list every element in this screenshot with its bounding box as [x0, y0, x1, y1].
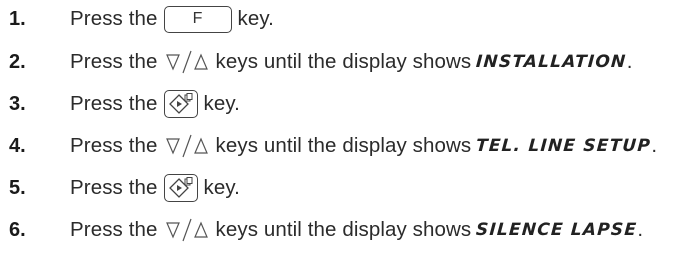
step-text-after: keys until the display shows	[215, 50, 472, 73]
step-text-before: Press the	[70, 176, 158, 199]
display-text: INSTALLATION	[475, 52, 628, 72]
down-up-arrow-keys-icon	[164, 133, 210, 159]
instruction-steps: 1. Press the F key. 2. Press the keys un…	[0, 0, 675, 253]
step-text-before: Press the	[70, 218, 158, 241]
step-number: 4.	[9, 134, 26, 157]
step-text: Press the keys until the display shows I…	[70, 49, 633, 75]
down-up-arrow-keys-icon	[164, 49, 210, 75]
step-text-before: Press the	[70, 50, 158, 73]
step-number: 1.	[9, 7, 26, 30]
start-copy-key-icon	[163, 174, 198, 202]
step-number: 5.	[9, 176, 26, 199]
step-text-after: key.	[203, 92, 240, 115]
step-end-punctuation: .	[626, 50, 633, 73]
step-text: Press the key.	[70, 174, 240, 202]
step-text-before: Press the	[70, 7, 158, 30]
step-number: 6.	[9, 218, 26, 241]
step-text-after: keys until the display shows	[215, 134, 472, 157]
step-text-after: keys until the display shows	[215, 218, 472, 241]
display-text: SILENCE LAPSE	[475, 220, 639, 240]
step-text-after: key.	[237, 7, 274, 30]
step-text: Press the F key.	[70, 5, 274, 33]
display-text: TEL. LINE SETUP	[475, 136, 653, 156]
step-text-before: Press the	[70, 134, 158, 157]
start-copy-key-icon	[163, 90, 198, 118]
f-key-label: F	[192, 10, 203, 27]
step-text: Press the keys until the display shows T…	[70, 133, 657, 159]
step-end-punctuation: .	[637, 218, 644, 241]
step-text: Press the key.	[70, 90, 240, 118]
step-text-before: Press the	[70, 92, 158, 115]
step-end-punctuation: .	[651, 134, 658, 157]
step-number: 2.	[9, 50, 26, 73]
step-number: 3.	[9, 92, 26, 115]
f-key-icon: F	[163, 5, 232, 33]
down-up-arrow-keys-icon	[164, 217, 210, 243]
step-text: Press the keys until the display shows S…	[70, 217, 643, 243]
step-text-after: key.	[203, 176, 240, 199]
